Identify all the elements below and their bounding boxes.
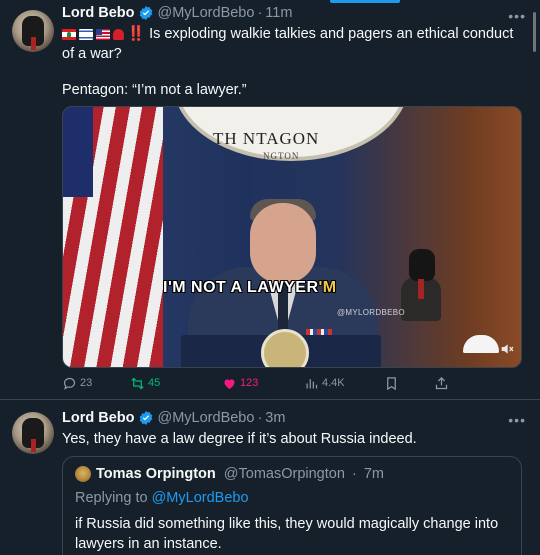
tweet[interactable]: Lord Bebo @MyLordBebo · 11m ••• ‼️ Is exp…	[0, 0, 540, 400]
tweet-text: ‼️ Is exploding walkie talkies and pagers…	[62, 24, 522, 64]
us-flag-image	[63, 107, 163, 367]
avatar[interactable]	[12, 412, 54, 454]
like-button[interactable]: 123	[222, 374, 258, 392]
flag-emojis	[62, 29, 124, 40]
avatar[interactable]	[12, 10, 54, 52]
tweet-actions: 23 45 123 4.4K	[62, 374, 462, 392]
reply-icon	[63, 377, 76, 390]
views-icon	[306, 378, 318, 388]
replying-to-label: Replying to	[75, 490, 148, 506]
red-light-icon	[113, 29, 124, 40]
like-count: 123	[240, 377, 259, 389]
timestamp[interactable]: 3m	[265, 410, 285, 426]
seal-text: TH NTAGON	[213, 129, 320, 148]
caption-main: I'M NOT A LAWYER	[163, 279, 319, 296]
flag-usa-icon	[96, 29, 110, 40]
quote-text: if Russia did something like this, they …	[75, 516, 499, 552]
quote-avatar[interactable]	[75, 466, 91, 482]
quote-author-handle[interactable]: @TomasOrpington	[224, 466, 345, 482]
retweet-count: 45	[148, 377, 161, 389]
double-exclamation-icon: ‼️	[127, 26, 146, 42]
author-handle[interactable]: @MyLordBebo	[158, 5, 255, 21]
more-options-icon[interactable]: •••	[508, 412, 526, 428]
retweet-icon	[131, 377, 144, 389]
replying-to-mention[interactable]: @MyLordBebo	[152, 490, 249, 506]
tweet-header: Lord Bebo @MyLordBebo · 11m	[62, 5, 292, 21]
video-caption: I'M NOT A LAWYER'M	[163, 279, 337, 297]
seal-subtext: NGTON	[263, 151, 300, 161]
verified-badge-icon	[139, 411, 152, 425]
avatar-tie	[31, 37, 36, 50]
avatar-tie	[31, 439, 36, 452]
header-separator: ·	[257, 410, 263, 426]
replying-to: Replying to @MyLordBebo	[75, 490, 249, 506]
video-watermark: @MYLORDBEBO	[337, 308, 405, 317]
caption-tail: 'M	[318, 279, 337, 296]
quote-header: Tomas Orpington @TomasOrpington · 7m	[96, 466, 384, 482]
reply-count: 23	[80, 377, 93, 389]
verified-badge-icon	[139, 6, 152, 20]
quote-timestamp[interactable]: 7m	[364, 466, 384, 482]
tweet-header: Lord Bebo @MyLordBebo · 3m	[62, 410, 285, 426]
header-separator: ·	[257, 5, 263, 21]
reply-button[interactable]: 23	[62, 374, 92, 392]
quote-header-separator: ·	[351, 466, 357, 482]
views-button[interactable]: 4.4K	[304, 374, 345, 392]
author-name[interactable]: Lord Bebo	[62, 410, 135, 426]
author-name[interactable]: Lord Bebo	[62, 5, 135, 21]
mute-icon[interactable]	[499, 341, 515, 357]
flag-lebanon-icon	[62, 29, 76, 40]
share-icon	[435, 376, 448, 389]
flag-israel-icon	[79, 29, 93, 40]
author-handle[interactable]: @MyLordBebo	[158, 410, 255, 426]
tweet-text-line2: Pentagon: “I’m not a lawyer.”	[62, 82, 247, 98]
bookmark-button[interactable]	[384, 374, 399, 392]
dog-in-suit-figure	[401, 249, 441, 321]
share-button[interactable]	[434, 374, 449, 392]
heart-icon	[224, 378, 235, 389]
tweet[interactable]: Lord Bebo @MyLordBebo · 3m ••• Yes, they…	[0, 400, 540, 555]
tweet-text: Yes, they have a law degree if it’s abou…	[62, 431, 417, 447]
quoted-tweet[interactable]: Tomas Orpington @TomasOrpington · 7m Rep…	[62, 456, 522, 555]
more-options-icon[interactable]: •••	[508, 8, 526, 24]
retweet-button[interactable]: 45	[130, 374, 160, 392]
views-count: 4.4K	[322, 377, 345, 389]
quote-author-name[interactable]: Tomas Orpington	[96, 466, 216, 482]
timestamp[interactable]: 11m	[265, 5, 292, 21]
video-player[interactable]: TH NTAGON NGTON I'M NOT A LAWYER'M @MYLO…	[62, 106, 522, 368]
bookmark-icon	[387, 376, 396, 390]
